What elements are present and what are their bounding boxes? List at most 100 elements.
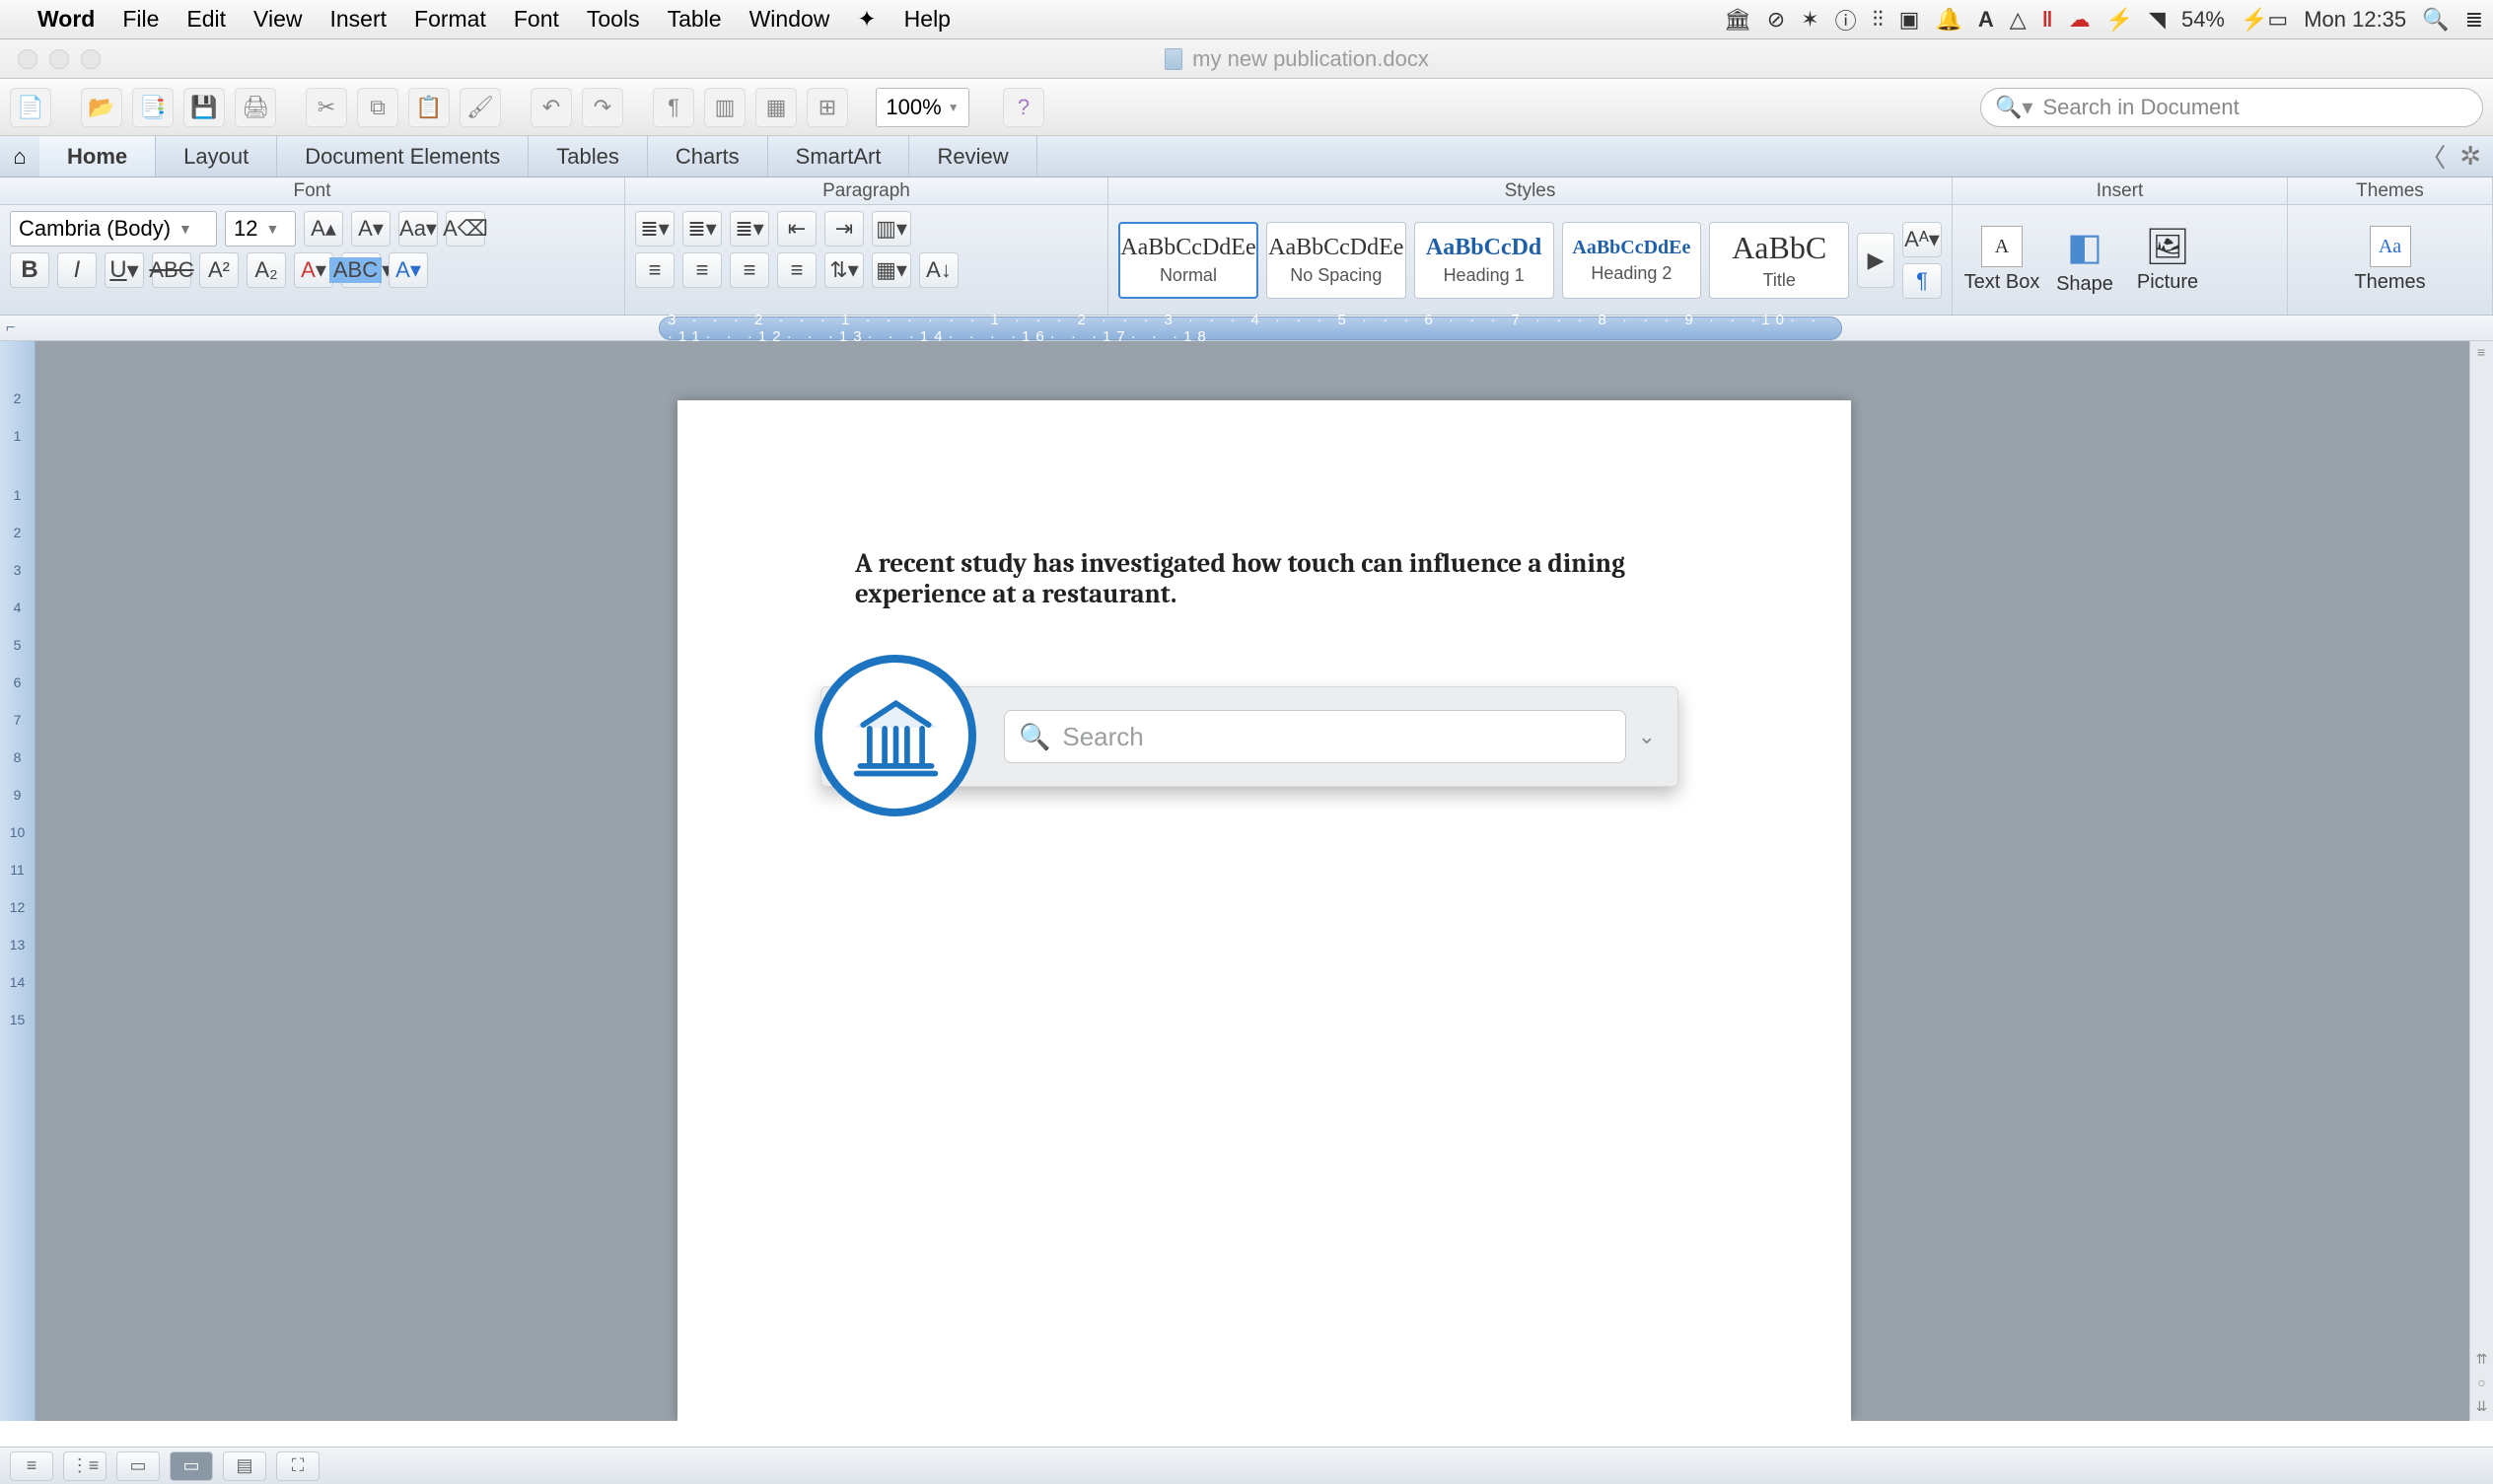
- multilevel-list-button[interactable]: ≣▾: [730, 211, 769, 247]
- menu-view[interactable]: View: [253, 6, 302, 33]
- adobe-icon[interactable]: A: [1978, 7, 1994, 33]
- tab-layout[interactable]: Layout: [156, 136, 277, 177]
- zotero-menulet-icon[interactable]: ✦: [857, 6, 876, 33]
- document-page[interactable]: A recent study has investigated how touc…: [677, 400, 1851, 1421]
- battery-percent[interactable]: 54%: [2181, 7, 2225, 33]
- align-center-button[interactable]: ≡: [682, 252, 722, 288]
- app-name[interactable]: Word: [37, 6, 95, 33]
- menulet-icon[interactable]: ⓘ: [1835, 4, 1857, 35]
- menulet-icon[interactable]: 🏛: [1724, 7, 1751, 33]
- copy-button[interactable]: ⧉: [357, 88, 398, 127]
- menu-table[interactable]: Table: [668, 6, 722, 33]
- insert-picture-button[interactable]: 🖼 Picture: [2128, 226, 2207, 294]
- sidebar-toggle-button[interactable]: ▥: [704, 88, 746, 127]
- menulet-icon[interactable]: ⊘: [1767, 7, 1785, 33]
- toolbox-button[interactable]: ▦: [755, 88, 797, 127]
- undo-button[interactable]: ↶: [531, 88, 572, 127]
- redo-button[interactable]: ↷: [582, 88, 623, 127]
- sort-button[interactable]: A↓: [919, 252, 959, 288]
- decrease-indent-button[interactable]: ⇤: [777, 211, 817, 247]
- view-notebook-button[interactable]: ▤: [223, 1451, 266, 1481]
- sync-error-icon[interactable]: ☁: [2069, 7, 2091, 33]
- justify-button[interactable]: ≡: [777, 252, 817, 288]
- align-left-button[interactable]: ≡: [635, 252, 675, 288]
- style-title[interactable]: AaBbC Title: [1709, 222, 1849, 299]
- notification-center-icon[interactable]: ≣: [2465, 7, 2483, 33]
- menu-tools[interactable]: Tools: [587, 6, 640, 33]
- spotlight-icon[interactable]: 🔍: [2422, 7, 2449, 33]
- manage-styles-button[interactable]: Aᴬ▾: [1902, 222, 1942, 257]
- menu-edit[interactable]: Edit: [186, 6, 226, 33]
- highlight-button[interactable]: ABC▾: [341, 252, 381, 288]
- menu-file[interactable]: File: [122, 6, 159, 33]
- shrink-font-button[interactable]: A▾: [351, 211, 391, 247]
- vertical-scrollbar[interactable]: ≡ ⇈ ○ ⇊: [2469, 341, 2493, 1421]
- pause-icon[interactable]: ‖: [2042, 7, 2053, 33]
- open-recent-button[interactable]: 📑: [132, 88, 174, 127]
- print-button[interactable]: 🖨: [235, 88, 276, 127]
- page-up-button[interactable]: ⇈: [2471, 1348, 2493, 1370]
- view-fullscreen-button[interactable]: ⛶: [276, 1451, 320, 1481]
- menulet-icon[interactable]: ✶: [1801, 7, 1818, 33]
- bluetooth-icon[interactable]: ⚡: [2106, 7, 2133, 33]
- home-icon[interactable]: ⌂: [0, 144, 39, 170]
- document-body-text[interactable]: A recent study has investigated how touc…: [855, 548, 1674, 609]
- style-heading-2[interactable]: AaBbCcDdEe Heading 2: [1562, 222, 1702, 299]
- style-no-spacing[interactable]: AaBbCcDdEe No Spacing: [1266, 222, 1406, 299]
- tab-selector[interactable]: ⌐: [0, 319, 20, 337]
- document-canvas[interactable]: A recent study has investigated how touc…: [36, 341, 2493, 1421]
- menu-font[interactable]: Font: [514, 6, 559, 33]
- ruler-horizontal[interactable]: 3 · · · 2 · · · 1 · · · · · · 1 · · · 2 …: [659, 317, 1842, 340]
- themes-button[interactable]: Aa Themes: [2351, 226, 2430, 294]
- line-spacing-button[interactable]: ⇅▾: [824, 252, 864, 288]
- view-publishing-button[interactable]: ▭: [116, 1451, 160, 1481]
- media-browser-button[interactable]: ⊞: [807, 88, 848, 127]
- tab-document-elements[interactable]: Document Elements: [277, 136, 529, 177]
- open-button[interactable]: 📂: [81, 88, 122, 127]
- styles-scroll-button[interactable]: ▶: [1857, 233, 1894, 288]
- battery-icon[interactable]: ⚡▭: [2241, 7, 2288, 33]
- insert-textbox-button[interactable]: A Text Box: [1962, 226, 2041, 294]
- bullets-button[interactable]: ≣▾: [635, 211, 675, 247]
- google-drive-icon[interactable]: △: [2010, 7, 2027, 33]
- menu-format[interactable]: Format: [414, 6, 486, 33]
- tab-tables[interactable]: Tables: [529, 136, 648, 177]
- grow-font-button[interactable]: A▴: [304, 211, 343, 247]
- font-size-selector[interactable]: 12▼: [225, 211, 296, 247]
- menu-insert[interactable]: Insert: [329, 6, 387, 33]
- citation-search-input[interactable]: 🔍 Search: [1004, 710, 1626, 763]
- format-painter-button[interactable]: 🖌: [460, 88, 501, 127]
- paste-button[interactable]: 📋: [408, 88, 450, 127]
- page-down-button[interactable]: ⇊: [2471, 1395, 2493, 1417]
- browse-object-button[interactable]: ○: [2471, 1372, 2493, 1393]
- search-document-field[interactable]: 🔍▾ Search in Document: [1980, 88, 2483, 127]
- minimize-window-button[interactable]: [49, 49, 69, 69]
- tab-charts[interactable]: Charts: [648, 136, 768, 177]
- menu-window[interactable]: Window: [749, 6, 830, 33]
- superscript-button[interactable]: A²: [199, 252, 239, 288]
- menu-help[interactable]: Help: [904, 6, 951, 33]
- subscript-button[interactable]: A₂: [247, 252, 286, 288]
- styles-pane-button[interactable]: ¶: [1902, 263, 1942, 299]
- align-right-button[interactable]: ≡: [730, 252, 769, 288]
- new-document-button[interactable]: 📄: [10, 88, 51, 127]
- style-heading-1[interactable]: AaBbCcDd Heading 1: [1414, 222, 1554, 299]
- insert-shape-button[interactable]: ◧ Shape: [2045, 225, 2124, 296]
- change-case-button[interactable]: Aa▾: [398, 211, 438, 247]
- help-button[interactable]: ?: [1003, 88, 1044, 127]
- view-print-layout-button[interactable]: ▭: [170, 1451, 213, 1481]
- view-outline-button[interactable]: ⋮≡: [63, 1451, 107, 1481]
- dropbox-icon[interactable]: ⫶⫶: [1873, 7, 1884, 33]
- view-draft-button[interactable]: ≡: [10, 1451, 53, 1481]
- numbering-button[interactable]: ≣▾: [682, 211, 722, 247]
- tab-smartart[interactable]: SmartArt: [768, 136, 910, 177]
- ribbon-options-button[interactable]: ✲: [2459, 141, 2481, 172]
- strikethrough-button[interactable]: ABC: [152, 252, 191, 288]
- ruler-vertical[interactable]: 2 1 1 2 3 4 5 6 7 8 9 10 11 12 13 14 15: [0, 341, 36, 1421]
- close-window-button[interactable]: [18, 49, 37, 69]
- zoom-window-button[interactable]: [81, 49, 101, 69]
- cut-button[interactable]: ✂: [306, 88, 347, 127]
- save-button[interactable]: 💾: [183, 88, 225, 127]
- style-normal[interactable]: AaBbCcDdEe Normal: [1118, 222, 1258, 299]
- underline-button[interactable]: U▾: [105, 252, 144, 288]
